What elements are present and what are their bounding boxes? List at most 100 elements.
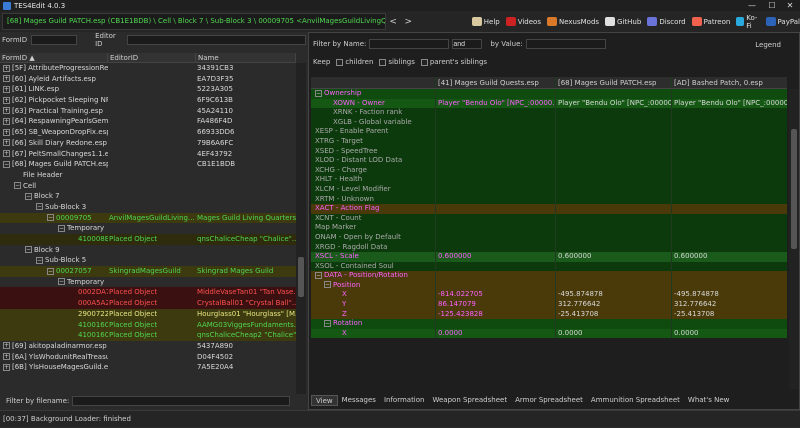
expand-toggle-icon[interactable]: + <box>3 342 10 350</box>
grid-value-plugin-1[interactable]: 0.0000 <box>435 328 555 339</box>
grid-value-plugin-3[interactable] <box>671 232 787 243</box>
tree-row[interactable]: 41001602Placed Object AAMG03ViggesFundame… <box>0 319 296 331</box>
grid-value-plugin-1[interactable] <box>435 146 555 157</box>
tab-ammunition-spreadsheet[interactable]: Ammunition Spreadsheet <box>587 395 684 406</box>
grid-row[interactable]: − DATA - Position/Rotation <box>311 271 787 281</box>
grid-value-plugin-2[interactable] <box>555 108 671 118</box>
grid-value-plugin-2[interactable] <box>555 89 671 99</box>
expand-toggle-icon[interactable]: + <box>3 85 10 93</box>
grid-value-plugin-2[interactable] <box>555 232 671 243</box>
tree-row[interactable]: + [60] Ayleid Artifacts.esp EA7D3F35 <box>0 74 296 85</box>
grid-value-plugin-1[interactable] <box>435 156 555 166</box>
expand-toggle-icon[interactable]: + <box>3 64 10 72</box>
grid-value-plugin-3[interactable] <box>671 146 787 157</box>
expand-toggle-icon[interactable]: + <box>3 150 10 157</box>
grid-row[interactable]: X -814.022705 -495.874878 -495.874878 <box>311 290 787 301</box>
expand-toggle-icon[interactable]: + <box>3 107 10 115</box>
expand-toggle-icon[interactable]: − <box>14 182 21 190</box>
grid-value-plugin-3[interactable] <box>671 156 787 166</box>
filter-name-input[interactable] <box>369 39 450 49</box>
grid-row[interactable]: Map Marker <box>311 223 787 233</box>
tree-row[interactable]: 410008E3Placed Object qnsChaliceCheap "Ch… <box>0 234 296 245</box>
grid-scrollbar[interactable] <box>789 89 799 389</box>
collapse-toggle-icon[interactable]: − <box>324 319 331 327</box>
grid-value-plugin-3[interactable] <box>671 280 787 291</box>
grid-value-plugin-2[interactable] <box>555 261 671 272</box>
tree-row[interactable]: − Sub-Block 5 <box>0 255 296 266</box>
formid-input[interactable] <box>31 35 78 45</box>
grid-value-plugin-3[interactable]: 0.0000 <box>671 328 787 339</box>
scroll-thumb[interactable] <box>298 257 304 297</box>
grid-value-plugin-2[interactable]: Player "Bendu Olo" [NPC_:00000... <box>555 98 671 109</box>
grid-value-plugin-1[interactable] <box>435 232 555 243</box>
grid-value-plugin-1[interactable] <box>435 280 555 291</box>
grid-value-plugin-3[interactable]: Player "Bendu Olo" [NPC_:00000... <box>671 98 787 109</box>
tree-row[interactable]: − Temporary <box>0 223 296 234</box>
toolbar-link-nexusmods[interactable]: NexusMods <box>546 14 599 30</box>
expand-toggle-icon[interactable]: + <box>3 96 10 104</box>
minimize-button[interactable]: — <box>742 0 762 11</box>
grid-value-plugin-3[interactable] <box>671 136 787 147</box>
toolbar-link-videos[interactable]: Videos <box>505 14 541 30</box>
grid-value-plugin-2[interactable]: 312.776642 <box>555 300 671 310</box>
grid-value-plugin-3[interactable]: -495.874878 <box>671 290 787 301</box>
tab-what-s-new[interactable]: What's New <box>684 395 733 406</box>
grid-value-plugin-2[interactable] <box>555 156 671 166</box>
grid-row[interactable]: XHLT - Health <box>311 175 787 185</box>
tree-row[interactable]: +[6A] YlsWhodunitRealTreasure.esp D04F450… <box>0 352 296 363</box>
tree-row[interactable]: + [67] PeltSmallChanges1.1.esp 4EF43792 <box>0 149 296 160</box>
parents-siblings-checkbox[interactable] <box>420 58 428 66</box>
tree-row[interactable]: −00009705 AnvilMagesGuildLiving... Mages G… <box>0 212 296 224</box>
grid-header-plugin-2[interactable]: [68] Mages Guild PATCH.esp <box>555 77 671 88</box>
grid-row[interactable]: X 0.0000 0.0000 0.0000 <box>311 328 787 339</box>
record-tree[interactable]: +[5F] AttributeProgressionRedesign.esp34… <box>0 63 296 400</box>
close-button[interactable]: ✕ <box>780 0 800 11</box>
grid-value-plugin-1[interactable] <box>435 89 555 99</box>
filter-value-input[interactable] <box>525 39 606 49</box>
toolbar-link-patreon[interactable]: Patreon <box>691 14 730 30</box>
grid-row[interactable]: XLOD - Distant LOD Data <box>311 156 787 166</box>
grid-row[interactable]: XSOL - Contained Soul <box>311 261 787 272</box>
grid-row[interactable]: XSED - SpeedTree <box>311 146 787 157</box>
expand-toggle-icon[interactable]: − <box>58 278 65 286</box>
tree-row[interactable]: File Header <box>0 170 296 181</box>
legend-button[interactable]: Legend <box>755 41 781 49</box>
expand-toggle-icon[interactable]: + <box>3 128 10 136</box>
grid-row[interactable]: ONAM - Open by Default <box>311 232 787 243</box>
children-checkbox[interactable] <box>336 58 344 66</box>
tab-view[interactable]: View <box>311 395 338 406</box>
grid-value-plugin-3[interactable] <box>671 89 787 99</box>
grid-value-plugin-1[interactable] <box>435 117 555 128</box>
grid-value-plugin-2[interactable] <box>555 175 671 185</box>
grid-scroll-thumb[interactable] <box>791 129 797 249</box>
tree-row[interactable]: − Temporary <box>0 277 296 288</box>
grid-value-plugin-1[interactable] <box>435 127 555 137</box>
collapse-toggle-icon[interactable]: − <box>315 271 322 279</box>
expand-toggle-icon[interactable]: + <box>3 75 10 83</box>
expand-toggle-icon[interactable]: − <box>25 246 32 254</box>
toolbar-link-paypal[interactable]: PayPal <box>765 14 800 30</box>
tree-scrollbar[interactable] <box>296 63 306 400</box>
expand-toggle-icon[interactable]: − <box>25 192 32 200</box>
toolbar-link-help[interactable]: Help <box>471 14 500 30</box>
grid-value-plugin-3[interactable]: -25.413708 <box>671 309 787 320</box>
grid-value-plugin-1[interactable] <box>435 271 555 281</box>
grid-value-plugin-1[interactable] <box>435 204 555 214</box>
grid-row[interactable]: − Rotation <box>311 319 787 329</box>
grid-value-plugin-3[interactable] <box>671 108 787 118</box>
grid-row[interactable]: Z -125.423828 -25.413708 -25.413708 <box>311 309 787 320</box>
grid-value-plugin-2[interactable] <box>555 146 671 157</box>
col-name[interactable]: Name <box>196 53 296 62</box>
tree-row[interactable]: + [61] LINK.esp 5223A305 <box>0 84 296 95</box>
grid-value-plugin-3[interactable] <box>671 194 787 205</box>
grid-value-plugin-1[interactable] <box>435 223 555 233</box>
grid-value-plugin-2[interactable]: -25.413708 <box>555 309 671 320</box>
tab-armor-spreadsheet[interactable]: Armor Spreadsheet <box>511 395 587 406</box>
grid-value-plugin-1[interactable]: 86.147079 <box>435 300 555 310</box>
grid-row[interactable]: XOWN - Owner Player "Bendu Olo" [NPC_:000… <box>311 98 787 109</box>
grid-value-plugin-3[interactable] <box>671 261 787 272</box>
grid-value-plugin-1[interactable]: -814.022705 <box>435 290 555 301</box>
grid-value-plugin-3[interactable]: 0.600000 <box>671 252 787 262</box>
grid-value-plugin-1[interactable] <box>435 213 555 224</box>
toolbar-link-discord[interactable]: Discord <box>647 14 686 30</box>
